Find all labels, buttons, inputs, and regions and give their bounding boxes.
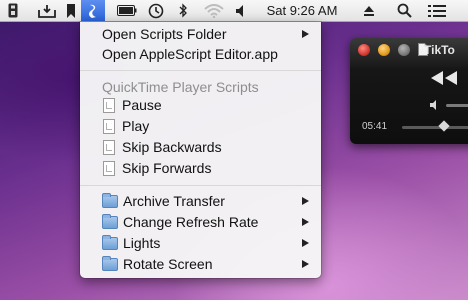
close-button[interactable]: [358, 44, 370, 56]
submenu-arrow-icon: [302, 239, 309, 247]
volume-slider[interactable]: [446, 104, 468, 107]
folder-icon: [102, 192, 118, 208]
menu-item-label: Play: [122, 118, 150, 134]
menu-item-lights[interactable]: Lights: [80, 233, 321, 253]
menu-item-play[interactable]: Play: [80, 116, 321, 136]
script-document-icon: [103, 118, 115, 134]
menu-item-label: Skip Forwards: [122, 160, 212, 176]
inbox-icon[interactable]: [36, 0, 58, 21]
menu-separator: [80, 185, 321, 186]
rewind-icon[interactable]: [430, 70, 458, 86]
submenu-arrow-icon: [302, 197, 309, 205]
menu-item-label: Lights: [123, 235, 161, 251]
submenu-arrow-icon: [302, 260, 309, 268]
usb-drive-icon[interactable]: [4, 0, 22, 21]
menu-item-label: Open AppleScript Editor.app: [102, 46, 278, 62]
menu-item-change-refresh-rate[interactable]: Change Refresh Rate: [80, 212, 321, 232]
scrubber-track[interactable]: [402, 126, 468, 129]
folder-icon: [102, 213, 118, 229]
menu-item-label: Archive Transfer: [123, 193, 225, 209]
eject-icon[interactable]: [360, 0, 378, 21]
volume-low-icon: [430, 100, 436, 110]
section-header-label: QuickTime Player Scripts: [102, 79, 259, 95]
script-document-icon: [103, 97, 115, 113]
menu-item-label: Open Scripts Folder: [102, 26, 227, 42]
volume-icon[interactable]: [234, 0, 250, 21]
menu-item-rotate-screen[interactable]: Rotate Screen: [80, 254, 321, 274]
minimize-button[interactable]: [378, 44, 390, 56]
player-title: TikTo: [424, 43, 455, 57]
menu-item-pause[interactable]: Pause: [80, 95, 321, 115]
menu-item-open-scripts-folder[interactable]: Open Scripts Folder: [80, 24, 321, 44]
script-document-icon: [103, 139, 115, 155]
menu-item-label: Pause: [122, 97, 162, 113]
submenu-arrow-icon: [302, 218, 309, 226]
menu-item-label: Change Refresh Rate: [123, 214, 259, 230]
menu-clock[interactable]: Sat 9:26 AM: [262, 0, 342, 21]
menu-section-header: QuickTime Player Scripts: [80, 77, 321, 97]
folder-icon: [102, 234, 118, 250]
current-time: 05:41: [362, 121, 388, 132]
menu-separator: [80, 70, 321, 71]
menu-item-skip-forwards[interactable]: Skip Forwards: [80, 158, 321, 178]
bookmark-icon[interactable]: [63, 0, 79, 21]
submenu-arrow-icon: [302, 30, 309, 38]
menu-item-open-applescript-editor[interactable]: Open AppleScript Editor.app: [80, 44, 321, 64]
menu-item-label: Rotate Screen: [123, 256, 213, 272]
bluetooth-icon[interactable]: [174, 0, 192, 21]
scrubber-handle[interactable]: [438, 120, 450, 132]
folder-icon: [102, 255, 118, 271]
menu-item-skip-backwards[interactable]: Skip Backwards: [80, 137, 321, 157]
script-document-icon: [103, 160, 115, 176]
notification-list-icon[interactable]: [426, 0, 448, 21]
wifi-icon[interactable]: [203, 0, 225, 21]
zoom-button[interactable]: [398, 44, 410, 56]
quicktime-player-window[interactable]: TikTo 05:41: [350, 38, 468, 144]
menu-bar: Sat 9:26 AM: [0, 0, 468, 22]
time-machine-icon[interactable]: [146, 0, 166, 21]
battery-icon: [116, 0, 138, 21]
menu-item-label: Skip Backwards: [122, 139, 222, 155]
script-menu-dropdown: Open Scripts Folder Open AppleScript Edi…: [80, 22, 321, 278]
spotlight-icon[interactable]: [394, 0, 414, 21]
script-menu-icon[interactable]: [81, 0, 105, 21]
menu-item-archive-transfer[interactable]: Archive Transfer: [80, 191, 321, 211]
